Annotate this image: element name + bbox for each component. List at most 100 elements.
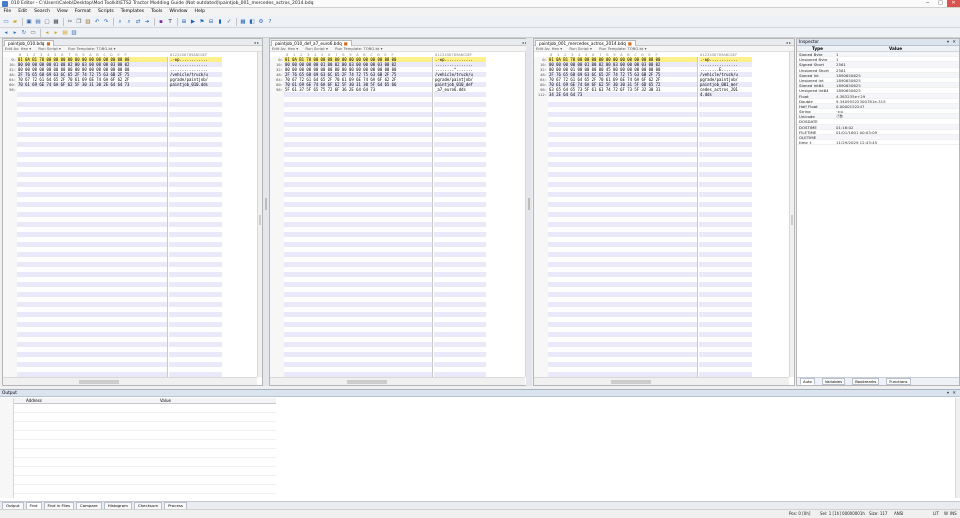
cut-icon[interactable]: ✂ [66,18,74,26]
tab-bookmarks[interactable]: Bookmarks [852,378,880,385]
horizontal-scrollbar[interactable] [3,377,257,385]
run-script-icon[interactable]: ▶ [189,18,197,26]
output-scrollbar[interactable] [955,398,960,498]
goto-icon[interactable]: ➜ [143,18,151,26]
pane-dock-icon[interactable]: ◂ ▸ [254,39,259,46]
run-template-dropdown[interactable]: Run Template: TOBG.bt ▾ [599,46,646,51]
hex-row[interactable]: 5F 61 37 5F 65 75 72 6F 36 2E 64 64 73 [284,87,432,92]
scroll-thumb[interactable] [79,380,120,384]
maximize-button[interactable]: □ [934,0,947,7]
help-icon[interactable]: ? [266,18,274,26]
run-script-dropdown[interactable]: Run Script ▾ [569,46,592,51]
hex-row[interactable] [17,87,167,92]
scroll-thumb[interactable] [346,380,387,384]
inspector-value[interactable]: 1 [836,52,959,56]
hex-mode-icon[interactable]: ▪ [157,18,165,26]
run-script-dropdown[interactable]: Run Script ▾ [305,46,328,51]
menu-window[interactable]: Window [166,8,191,16]
hex-editor-1[interactable]: paintjob_010.bdq ■ ◂ ▸ Edit As: Hex ▾ Run… [2,38,263,386]
splitter-grip[interactable] [265,198,267,210]
template-toggle-icon[interactable]: ▤ [61,29,69,37]
print-icon[interactable]: ▦ [52,18,60,26]
histogram-icon[interactable]: ▮ [216,18,224,26]
menu-edit[interactable]: Edit [15,8,31,16]
save-icon[interactable]: ▣ [25,18,33,26]
char-row[interactable] [169,87,222,92]
find-icon[interactable]: ⌕ [116,18,124,26]
paste-icon[interactable]: ▥ [84,18,92,26]
inspector-value[interactable]: 01/01/1601 00:03:09 [836,130,959,134]
tab-auto[interactable]: Auto [800,378,815,385]
hex-row[interactable]: 34 2E 64 64 73 [548,92,697,97]
edit-as-dropdown[interactable]: Edit As: Hex ▾ [536,46,562,51]
char-row[interactable]: 4.dds [699,92,752,97]
minimize-button[interactable]: ─ [921,0,934,7]
pane-dock-icon[interactable]: ◂ ▸ [786,39,791,46]
menu-help[interactable]: Help [191,8,208,16]
inspector-value[interactable]: 0.0000152247 [836,104,959,108]
inspector-value[interactable]: ਁ炱 [836,114,959,118]
inspector-value[interactable]: 4.383235e+29 [836,94,959,98]
inspector-value[interactable]: 2561 [836,62,959,66]
char-area[interactable]: .·±p............ ................ ......… [699,57,752,377]
run-template-icon[interactable]: ⊞ [180,18,188,26]
tab-variables[interactable]: Variables [821,378,846,385]
run-template-dropdown[interactable]: Run Template: TOBG.bt ▾ [68,46,115,51]
menu-templates[interactable]: Templates [117,8,147,16]
inspector-icon[interactable]: ◧ [248,18,256,26]
run-template-dropdown[interactable]: Run Template: TOBG.bt ▾ [335,46,382,51]
tab-functions[interactable]: Functions [886,378,911,385]
vertical-scrollbar[interactable] [257,52,262,377]
bookmark-prev-icon[interactable]: ◂ [43,29,51,37]
hex-area[interactable]: 01 0A B1 70 00 00 00 00 00 00 00 00 00 0… [284,57,433,377]
menu-scripts[interactable]: Scripts [95,8,118,16]
menu-view[interactable]: View [53,8,71,16]
inspector-value[interactable]: 9.34095522300781e-315 [836,99,959,103]
menu-search[interactable]: Search [31,8,54,16]
hex-area[interactable]: 01 0A B1 70 00 00 00 00 00 00 00 00 00 0… [548,57,698,377]
inspector-value[interactable]: 1 [836,57,959,61]
refresh-icon[interactable]: ↻ [20,29,28,37]
inspector-value[interactable]: ·±p [836,109,959,113]
output-rows[interactable] [14,403,276,497]
run-script-dropdown[interactable]: Run Script ▾ [38,46,61,51]
char-row[interactable]: _a7_euro6.dds [434,87,486,92]
undo-icon[interactable]: ↶ [93,18,101,26]
edit-as-dropdown[interactable]: Edit As: Hex ▾ [5,46,31,51]
hex-editor-3[interactable]: paintjob_001_mercedes_actros_2014.bdq ■ ◂… [533,38,795,386]
char-area[interactable]: .·±p............ ................ ......… [434,57,486,377]
bookmark-next-icon[interactable]: ▸ [52,29,60,37]
output-table[interactable]: Address Value [14,398,276,498]
close-button[interactable]: ✕ [947,0,960,7]
pane-splitter[interactable] [526,38,532,386]
calculator-icon[interactable]: ▦ [239,18,247,26]
menu-file[interactable]: File [0,8,15,16]
bookmark-icon[interactable]: ⚑ [198,18,206,26]
output-col-address[interactable]: Address [14,398,52,403]
scroll-thumb[interactable] [259,214,261,225]
inspector-col-type[interactable]: Type [797,46,837,51]
horizontal-scrollbar[interactable] [534,377,789,385]
new-file-icon[interactable]: ▭ [2,18,10,26]
redo-icon[interactable]: ↷ [102,18,110,26]
menu-format[interactable]: Format [71,8,94,16]
inspector-value[interactable]: 11/29/2029 12:43:45 [836,140,959,144]
copy-icon[interactable]: ❐ [75,18,83,26]
inspector-value[interactable]: 1890650625 [836,78,959,82]
horizontal-scrollbar[interactable] [270,377,525,385]
inspector-value[interactable]: 1890650625 [836,83,959,87]
hex-area[interactable]: 01 0A B1 70 00 00 00 00 00 00 00 00 00 0… [17,57,168,377]
select-all-icon[interactable]: ▭ [29,29,37,37]
options-icon[interactable]: ⚙ [257,18,265,26]
inspector-value[interactable]: 2561 [836,68,959,72]
close-file-icon[interactable]: ▢ [43,18,51,26]
hex-editor-2[interactable]: paintjob_010_def_a7_euro6.bdq ■ ◂ ▸ Edit … [269,38,531,386]
vertical-scrollbar[interactable] [789,52,794,377]
panel-close-icon[interactable]: ▾ ✕ [947,390,960,396]
script-toggle-icon[interactable]: ▥ [70,29,78,37]
menu-tools[interactable]: Tools [148,8,166,16]
inspector-value[interactable]: 1890650625 [836,88,959,92]
inspector-col-value[interactable]: Value [837,46,959,51]
checksum-icon[interactable]: ✓ [225,18,233,26]
panel-close-icon[interactable]: ▾ ✕ [947,39,959,45]
